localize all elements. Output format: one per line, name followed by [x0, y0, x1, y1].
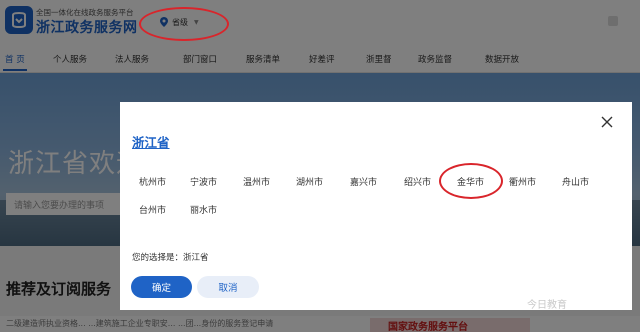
city-wenzhou[interactable]: 温州市 — [243, 175, 270, 188]
watermark: 今日教育 — [527, 300, 567, 311]
confirm-button[interactable]: 确定 — [131, 276, 192, 298]
province-link[interactable]: 浙江省 — [132, 132, 170, 151]
city-ningbo[interactable]: 宁波市 — [190, 175, 217, 188]
selection-label: 您的选择是：浙江省 — [132, 253, 209, 263]
city-zhoushan[interactable]: 舟山市 — [562, 175, 589, 188]
city-lishui[interactable]: 丽水市 — [190, 203, 217, 216]
close-icon[interactable] — [599, 114, 615, 130]
annotation-circle-region — [139, 7, 229, 41]
cancel-button[interactable]: 取消 — [197, 276, 259, 298]
city-quzhou[interactable]: 衢州市 — [509, 175, 536, 188]
city-taizhou[interactable]: 台州市 — [139, 203, 166, 216]
city-jiaxing[interactable]: 嘉兴市 — [350, 175, 377, 188]
city-huzhou[interactable]: 湖州市 — [296, 175, 323, 188]
city-shaoxing[interactable]: 绍兴市 — [404, 175, 431, 188]
city-hangzhou[interactable]: 杭州市 — [139, 175, 166, 188]
annotation-circle-jinhua — [439, 163, 503, 199]
